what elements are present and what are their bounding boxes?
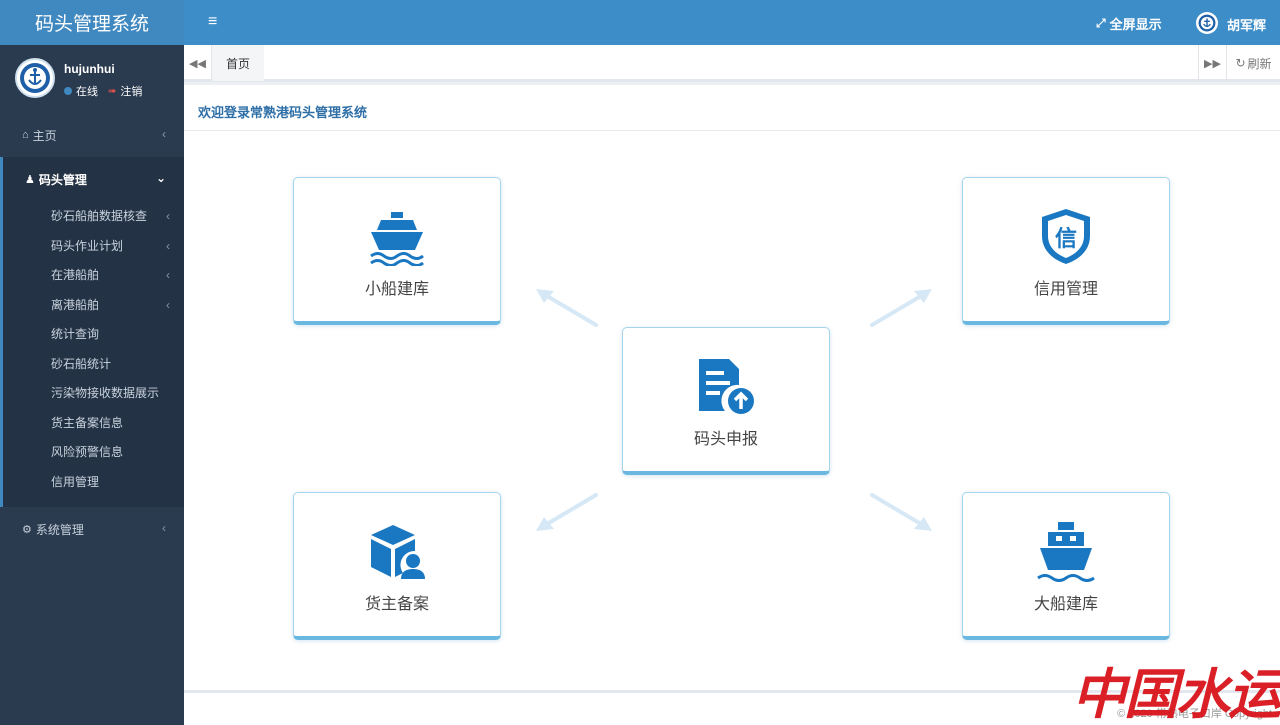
tab-scroll-right-icon[interactable]: ▶▶ [1198,45,1226,81]
sidebar-group-dock: ♟ 码头管理 ⌄ 砂石船舶数据核查 ‹ 码头作业计划 ‹ 在港船舶 ‹ 离港船舶 ‹ 统计查询砂… [0,157,184,507]
svg-text:信: 信 [1055,226,1077,252]
tab-home[interactable]: 首页 [212,45,265,81]
online-label: 在线 [76,86,98,98]
gear-icon: ⚙ [22,523,32,536]
document-upload-icon [695,355,757,417]
welcome-text: 欢迎登录常熟港码头管理系统 [198,105,368,120]
credit-card[interactable]: 信 信用管理 [962,177,1170,325]
cargo-owner-card[interactable]: 货主备案 [293,492,501,640]
arrow-up-right-icon [870,289,932,327]
expand-icon: ⤢ [1096,16,1106,30]
sidebar-item-label: 系统管理 [35,522,84,537]
package-user-icon [367,520,427,582]
ship-icon [367,205,427,267]
chevron-left-icon: ‹ [166,238,170,253]
chevron-left-icon: ‹ [162,521,166,535]
arrow-down-right-icon [870,493,932,531]
sidebar-subitem-label: 砂石船统计 [51,356,112,371]
sidebar-subitem-label: 码头作业计划 [51,238,124,253]
sidebar-subitem-label: 在港船舶 [51,268,100,283]
sidebar-subitem-label: 风险预警信息 [51,445,124,460]
top-bar: ≡ ⤢ 全屏显示 胡军辉 [184,0,1280,45]
sidebar: 码头管理系统 hujunhui 在线 ➠ 注销 ⌂ 主页 ‹ ♟ 码头管理 ⌄ [0,0,184,725]
sidebar-item-label: 码头管理 [38,172,87,187]
chevron-left-icon: ‹ [166,268,170,282]
sidebar-subitem-label: 砂石船舶数据核查 [51,209,148,224]
dock-report-card[interactable]: 码头申报 [622,327,830,475]
arrow-up-left-icon [536,289,598,327]
sidebar-subitem[interactable]: 信用管理 [3,467,184,497]
user-status: 在线 ➠ 注销 [64,83,142,99]
sidebar-subitem-label: 污染物接收数据展示 [51,386,160,401]
sidebar-subitem[interactable]: 在港船舶 ‹ [3,260,184,290]
home-icon: ⌂ [22,129,29,141]
tab-scroll-left-icon[interactable]: ◀◀ [184,45,212,81]
logout-link[interactable]: 注销 [120,83,142,99]
fullscreen-button[interactable]: ⤢ 全屏显示 [1096,14,1162,33]
online-dot-icon [64,87,72,95]
sidebar-item-label: 主页 [32,128,57,143]
sidebar-item-home[interactable]: ⌂ 主页 ‹ [0,113,184,157]
main-content: 欢迎登录常熟港码头管理系统 小船建库 信 信用管理 码头申报 货主备案 大船建库 [184,85,1280,690]
dock-user-icon: ♟ [25,173,35,186]
card-label: 信用管理 [1033,281,1098,298]
newspaper-watermark: 中国水运报 [1072,662,1280,725]
chevron-left-icon: ‹ [162,127,166,141]
anchor-logo-icon [1198,14,1216,32]
sidebar-item-system[interactable]: ⚙ 系统管理 ‹ [0,507,184,551]
small-ship-card[interactable]: 小船建库 [293,177,501,325]
tab-bar: ◀◀ 首页 ▶▶ ↻ 刷新 [184,45,1280,82]
chevron-left-icon: ‹ [166,297,170,312]
chevron-down-icon: ⌄ [155,171,166,185]
sidebar-subitem[interactable]: 污染物接收数据展示 [3,378,184,408]
sidebar-subitem[interactable]: 码头作业计划 ‹ [3,231,184,261]
sidebar-subitem-label: 信用管理 [51,474,100,489]
refresh-icon: ↻ [1235,56,1246,70]
arrow-down-left-icon [536,493,598,531]
card-label: 大船建库 [1033,596,1098,613]
sidebar-subitem[interactable]: 砂石船舶数据核查 ‹ [3,201,184,231]
sidebar-subitem-label: 货主备案信息 [51,415,124,430]
app-title[interactable]: 码头管理系统 [0,0,184,45]
fullscreen-label: 全屏显示 [1109,17,1162,32]
username: hujunhui [64,62,115,76]
sidebar-subitem[interactable]: 统计查询 [3,319,184,349]
shield-icon: 信 [1038,205,1094,267]
card-label: 小船建库 [364,281,429,298]
header-avatar[interactable] [1196,12,1218,34]
user-avatar [15,58,55,98]
refresh-label: 刷新 [1247,56,1272,71]
divider [184,130,1280,131]
menu-toggle-icon[interactable]: ≡ [208,13,217,31]
anchor-logo-icon [20,63,50,93]
big-ship-icon [1036,520,1096,582]
sidebar-subitem[interactable]: 货主备案信息 [3,408,184,438]
refresh-button[interactable]: ↻ 刷新 [1226,45,1280,81]
sidebar-subitem[interactable]: 离港船舶 ‹ [3,290,184,320]
chevron-left-icon: ‹ [166,209,170,223]
logout-icon[interactable]: ➠ [108,86,116,97]
sidebar-subitem-label: 统计查询 [51,327,100,342]
sidebar-subitem[interactable]: 砂石船统计 [3,349,184,379]
big-ship-card[interactable]: 大船建库 [962,492,1170,640]
header-username[interactable]: 胡军辉 [1227,15,1266,34]
card-label: 码头申报 [693,431,758,448]
sidebar-item-dock-management[interactable]: ♟ 码头管理 ⌄ [3,157,184,201]
sidebar-subitem-label: 离港船舶 [51,297,100,312]
card-label: 货主备案 [364,596,429,613]
sidebar-subitem[interactable]: 风险预警信息 [3,437,184,467]
user-panel: hujunhui 在线 ➠ 注销 [0,45,184,113]
submenu: 砂石船舶数据核查 ‹ 码头作业计划 ‹ 在港船舶 ‹ 离港船舶 ‹ 统计查询砂石船统计污染物接收… [3,201,184,507]
